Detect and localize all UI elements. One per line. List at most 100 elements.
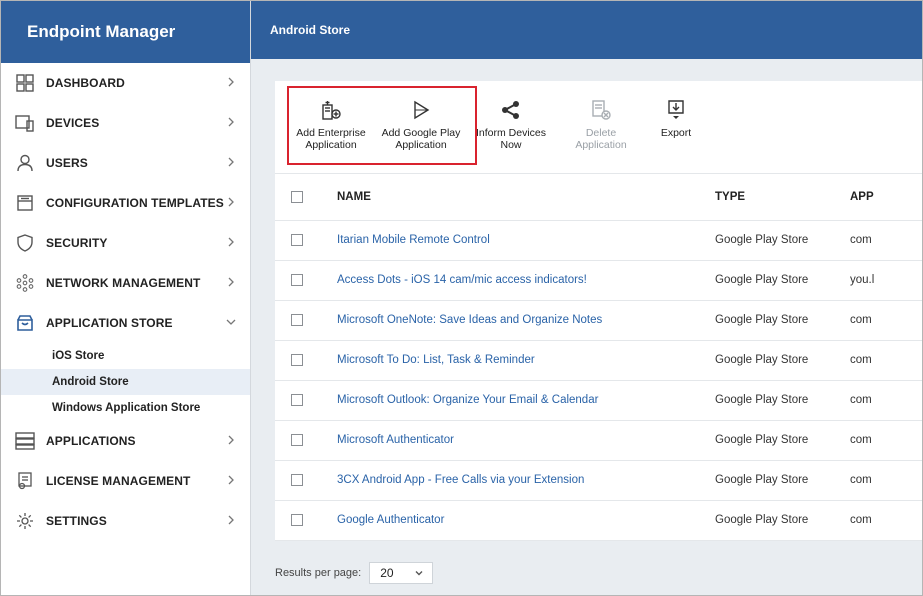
devices-icon (15, 113, 35, 133)
app-id: com (850, 460, 922, 501)
sidebar-item-label: SETTINGS (46, 514, 107, 528)
settings-icon (15, 511, 35, 531)
app-name-link[interactable]: Access Dots - iOS 14 cam/mic access indi… (337, 274, 587, 286)
app-id: com (850, 380, 922, 421)
app-name-link[interactable]: Microsoft OneNote: Save Ideas and Organi… (337, 314, 602, 326)
row-checkbox[interactable] (291, 353, 303, 366)
sidebar-item-label: DEVICES (46, 116, 100, 130)
app-id: com (850, 300, 922, 341)
export-icon (665, 99, 687, 121)
delete-application-button[interactable]: Delete Application (556, 81, 646, 174)
sidebar: Endpoint Manager DASHBOARD DEVICES USERS… (1, 1, 251, 595)
user-icon (15, 153, 35, 173)
app-name-link[interactable]: Itarian Mobile Remote Control (337, 234, 490, 246)
sidebar-item-settings[interactable]: SETTINGS (1, 501, 250, 541)
delete-app-icon (590, 99, 612, 121)
sidebar-item-applications[interactable]: APPLICATIONS (1, 421, 250, 461)
sidebar-subitem-windows-application-store[interactable]: Windows Application Store (1, 395, 250, 421)
chevron-right-icon (228, 435, 234, 445)
table-row: Microsoft To Do: List, Task & Reminder G… (275, 340, 922, 381)
select-all-checkbox[interactable] (291, 190, 303, 203)
page-header: Android Store (251, 1, 922, 59)
app-id: com (850, 420, 922, 461)
sidebar-item-users[interactable]: USERS (1, 143, 250, 183)
app-type: Google Play Store (715, 500, 850, 541)
row-checkbox[interactable] (291, 433, 303, 446)
sidebar-item-label: SECURITY (46, 236, 108, 250)
sidebar-item-application-store[interactable]: APPLICATION STORE (1, 303, 250, 343)
app-type: Google Play Store (715, 260, 850, 301)
sidebar-item-license-management[interactable]: LICENSE MANAGEMENT (1, 461, 250, 501)
chevron-right-icon (228, 117, 234, 127)
row-checkbox[interactable] (291, 513, 303, 526)
app-name-link[interactable]: Microsoft Authenticator (337, 434, 454, 446)
table-row: Microsoft Authenticator Google Play Stor… (275, 420, 922, 461)
sidebar-item-configuration-templates[interactable]: CONFIGURATION TEMPLATES (1, 183, 250, 223)
sidebar-item-label: LICENSE MANAGEMENT (46, 474, 191, 488)
brand-title: Endpoint Manager (1, 1, 250, 63)
pagination: Results per page: 20 (275, 562, 434, 584)
app-type: Google Play Store (715, 220, 850, 261)
share-icon (500, 99, 522, 121)
sidebar-subitem-android-store[interactable]: Android Store (1, 369, 250, 395)
chevron-right-icon (228, 197, 234, 207)
row-checkbox[interactable] (291, 473, 303, 486)
row-checkbox[interactable] (291, 233, 303, 246)
sidebar-item-devices[interactable]: DEVICES (1, 103, 250, 143)
chevron-right-icon (228, 277, 234, 287)
sidebar-nav: DASHBOARD DEVICES USERS CONFIGURATION TE… (1, 63, 250, 541)
store-icon (15, 313, 35, 333)
row-checkbox[interactable] (291, 393, 303, 406)
chevron-right-icon (228, 77, 234, 87)
applications-table: NAME TYPE APP Itarian Mobile Remote Cont… (275, 174, 922, 541)
highlight-box (287, 86, 477, 165)
main-content: Add Enterprise Application Add Google Pl… (251, 59, 922, 595)
app-name-link[interactable]: Microsoft To Do: List, Task & Reminder (337, 354, 535, 366)
sidebar-item-label: NETWORK MANAGEMENT (46, 276, 201, 290)
row-checkbox[interactable] (291, 313, 303, 326)
dashboard-icon (15, 73, 35, 93)
chevron-right-icon (228, 515, 234, 525)
table-row: Google Authenticator Google Play Store c… (275, 500, 922, 541)
chevron-down-icon (415, 571, 423, 576)
app-name-link[interactable]: 3CX Android App - Free Calls via your Ex… (337, 474, 584, 486)
sidebar-item-dashboard[interactable]: DASHBOARD (1, 63, 250, 103)
column-header-name[interactable]: NAME (313, 174, 715, 221)
table-row: Access Dots - iOS 14 cam/mic access indi… (275, 260, 922, 301)
chevron-down-icon (226, 319, 236, 325)
sidebar-item-label: DASHBOARD (46, 76, 125, 90)
delete-application-label: Delete Application (575, 127, 627, 151)
chevron-right-icon (228, 475, 234, 485)
app-id: com (850, 220, 922, 261)
apps-panel: Add Enterprise Application Add Google Pl… (275, 81, 922, 541)
results-per-page-label: Results per page: (275, 567, 362, 579)
sidebar-item-network-management[interactable]: NETWORK MANAGEMENT (1, 263, 250, 303)
inform-devices-now-button[interactable]: Inform Devices Now (466, 81, 556, 174)
app-name-link[interactable]: Google Authenticator (337, 514, 444, 526)
app-type: Google Play Store (715, 300, 850, 341)
sidebar-item-label: APPLICATIONS (46, 434, 136, 448)
template-icon (15, 193, 35, 213)
export-button[interactable]: Export (646, 81, 706, 174)
sidebar-item-label: USERS (46, 156, 88, 170)
sidebar-subitem-ios-store[interactable]: iOS Store (1, 343, 250, 369)
column-header-type[interactable]: TYPE (715, 174, 850, 221)
app-id: com (850, 500, 922, 541)
chevron-right-icon (228, 237, 234, 247)
export-label: Export (660, 127, 692, 139)
table-header-row: NAME TYPE APP (275, 174, 922, 221)
app-type: Google Play Store (715, 420, 850, 461)
row-checkbox[interactable] (291, 273, 303, 286)
app-id: com (850, 340, 922, 381)
app-type: Google Play Store (715, 460, 850, 501)
inform-devices-label: Inform Devices Now (475, 127, 547, 151)
app-name-link[interactable]: Microsoft Outlook: Organize Your Email &… (337, 394, 598, 406)
column-header-app[interactable]: APP (850, 174, 922, 221)
applications-icon (15, 431, 35, 451)
sidebar-item-security[interactable]: SECURITY (1, 223, 250, 263)
table-row: Microsoft Outlook: Organize Your Email &… (275, 380, 922, 421)
chevron-right-icon (228, 157, 234, 167)
results-per-page-select[interactable]: 20 (369, 562, 434, 584)
app-window: Endpoint Manager DASHBOARD DEVICES USERS… (0, 0, 923, 596)
license-icon (15, 471, 35, 491)
